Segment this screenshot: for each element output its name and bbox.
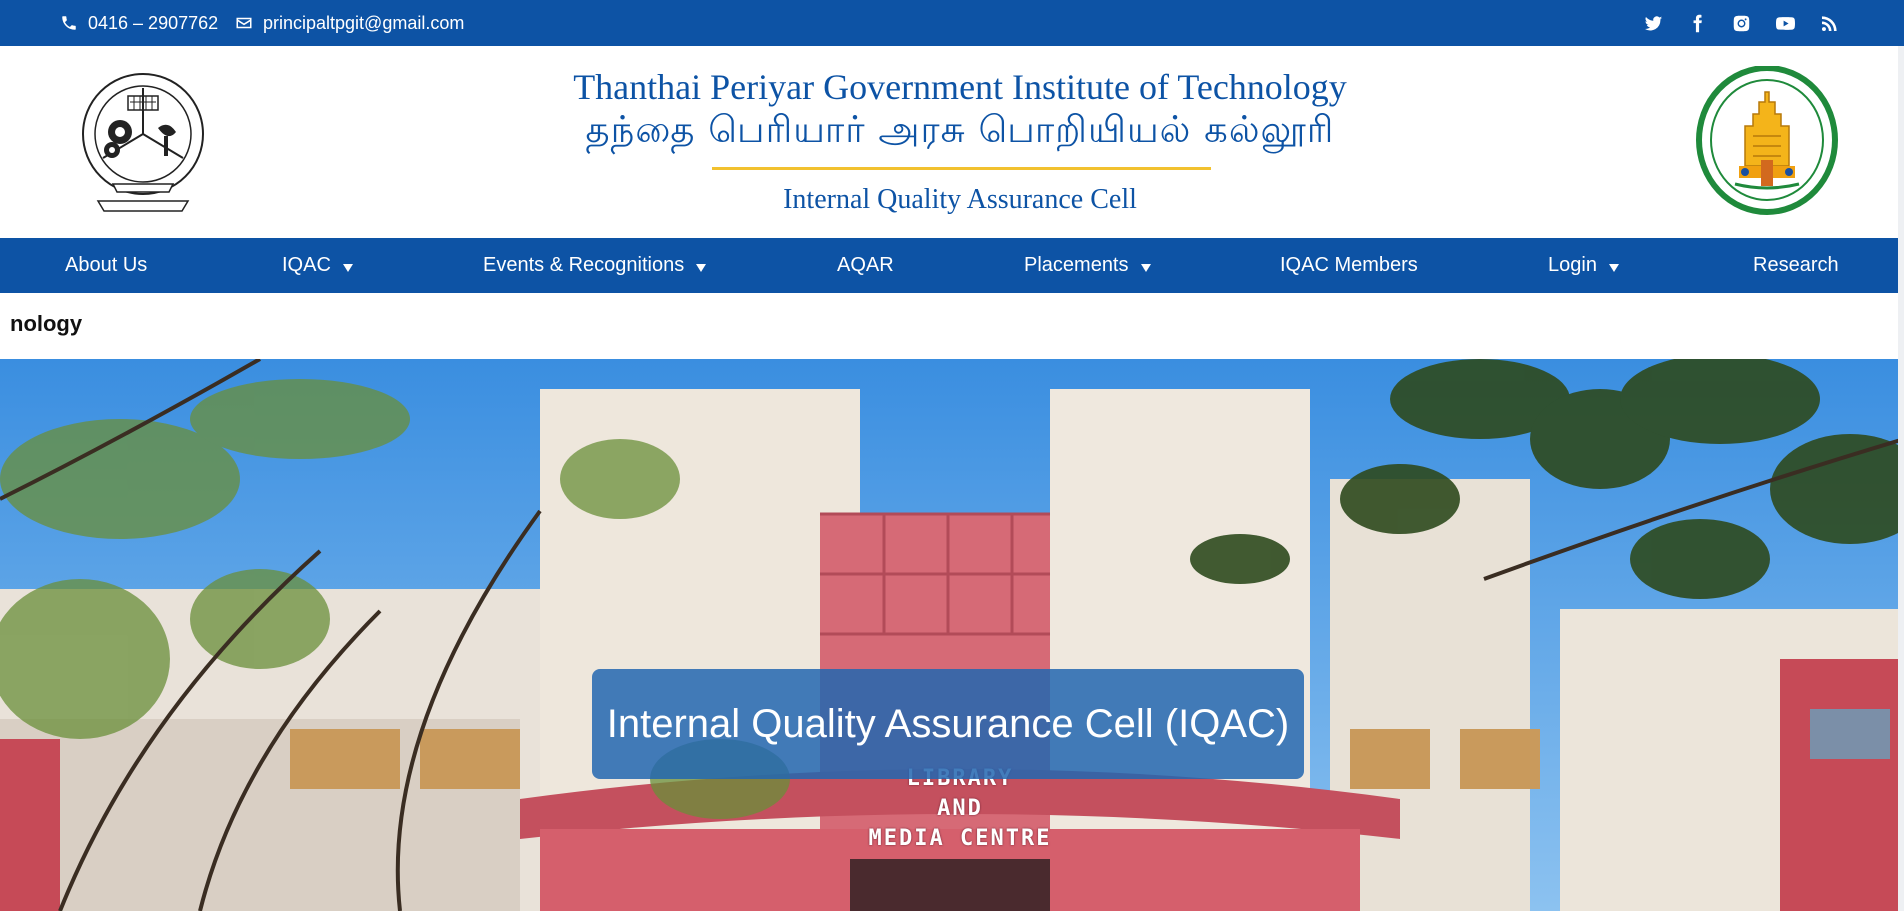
page-subtitle: Internal Quality Assurance Cell	[783, 184, 1137, 215]
page-scrollbar[interactable]	[1898, 46, 1904, 911]
phone-number: 0416 – 2907762	[88, 12, 219, 33]
caret-down-icon	[1140, 263, 1151, 272]
nav-label: Placements	[1024, 254, 1129, 276]
instagram-icon[interactable]	[1731, 13, 1751, 33]
caret-down-icon	[696, 263, 707, 272]
email-contact[interactable]: principaltpgit@gmail.com	[235, 0, 464, 46]
nav-research[interactable]: Research	[1753, 238, 1839, 293]
social-links	[1643, 0, 1839, 46]
nav-login[interactable]: Login	[1548, 238, 1619, 293]
youtube-icon[interactable]	[1775, 13, 1795, 33]
tamil-nadu-emblem-logo[interactable]	[1695, 66, 1839, 224]
rss-icon[interactable]	[1819, 13, 1839, 33]
nav-label: Research	[1753, 254, 1839, 276]
twitter-icon[interactable]	[1643, 13, 1663, 33]
nav-label: IQAC	[282, 254, 331, 276]
facebook-icon[interactable]	[1687, 13, 1707, 33]
nav-label: AQAR	[837, 254, 894, 276]
nav-placements[interactable]: Placements	[1024, 238, 1151, 293]
marquee-ticker: nology	[0, 293, 1904, 359]
caret-down-icon	[1608, 263, 1619, 272]
nav-label: Events & Recognitions	[483, 254, 685, 276]
nav-iqac-members[interactable]: IQAC Members	[1280, 238, 1418, 293]
nav-about-us[interactable]: About Us	[65, 238, 147, 293]
phone-icon	[62, 16, 76, 30]
nav-label: IQAC Members	[1280, 254, 1418, 276]
nav-iqac[interactable]: IQAC	[282, 238, 353, 293]
institute-name-tamil: தந்தை பெரியார் அரசு பொறியியல் கல்லூரி	[585, 108, 1335, 151]
main-navigation: About Us IQAC Events & Recognitions AQAR…	[0, 238, 1904, 293]
sign-line: AND	[937, 796, 983, 821]
hero-caption: Internal Quality Assurance Cell (IQAC)	[592, 669, 1304, 779]
site-header: Thanthai Periyar Government Institute of…	[0, 46, 1904, 238]
caret-down-icon	[342, 263, 353, 272]
email-address: principaltpgit@gmail.com	[263, 12, 465, 33]
nav-label: About Us	[65, 254, 148, 276]
ticker-text: nology	[10, 311, 83, 336]
top-contact-bar: 0416 – 2907762 principaltpgit@gmail.com	[0, 0, 1904, 46]
nav-events-recognitions[interactable]: Events & Recognitions	[483, 238, 707, 293]
title-divider	[712, 167, 1211, 170]
envelope-icon	[236, 17, 252, 29]
sign-line: MEDIA CENTRE	[868, 826, 1052, 851]
phone-contact[interactable]: 0416 – 2907762	[60, 0, 218, 46]
nav-label: Login	[1548, 254, 1597, 276]
nav-aqar[interactable]: AQAR	[837, 238, 894, 293]
institute-name-english: Thanthai Periyar Government Institute of…	[573, 67, 1347, 107]
hero-banner-section: LIBRARY AND MEDIA CENTRE Internal Qualit…	[0, 359, 1904, 911]
